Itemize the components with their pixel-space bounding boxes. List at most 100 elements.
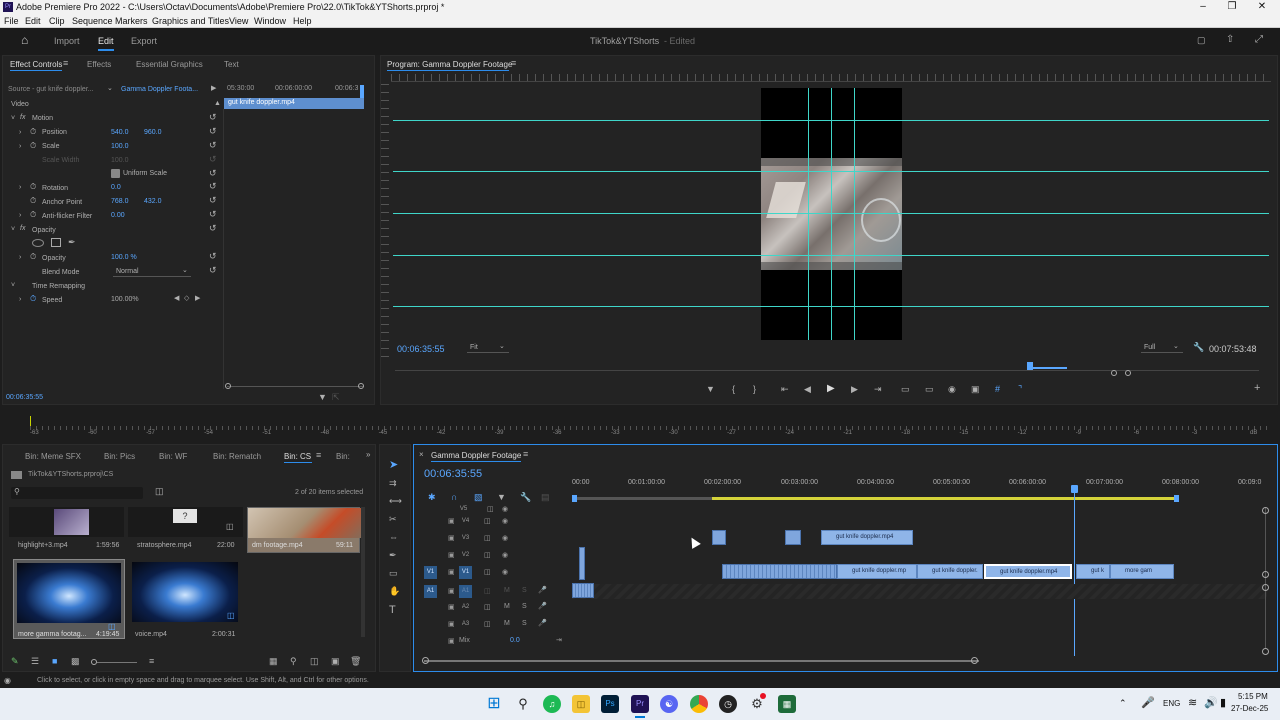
mix-value[interactable]: 0.0	[510, 637, 520, 644]
reset-blend-icon[interactable]: ↺	[209, 266, 217, 275]
microphone-icon[interactable]: 🎤	[1141, 696, 1155, 709]
reset-motion-icon[interactable]: ↺	[209, 113, 217, 122]
photoshop-icon[interactable]: Ps	[601, 695, 619, 713]
battery-icon[interactable]: ▮	[1220, 696, 1226, 709]
comparison-view-icon[interactable]: ▣	[971, 385, 980, 394]
source-label[interactable]: Source - gut knife doppler...	[8, 86, 94, 93]
panel-menu-icon[interactable]: ≡	[316, 451, 321, 460]
tab-bin-wf[interactable]: Bin: WF	[159, 452, 187, 461]
expand-opacity-icon[interactable]: ˅	[11, 226, 15, 233]
pen-tool-icon[interactable]: ✒	[389, 551, 397, 560]
new-bin-icon[interactable]: ◫	[155, 487, 164, 496]
bin-scrollbar[interactable]	[361, 507, 365, 637]
menu-help[interactable]: Help	[293, 16, 312, 26]
v-scroll-handle[interactable]	[1262, 571, 1269, 578]
stopwatch-icon[interactable]: ⏱	[30, 295, 36, 303]
v1-clip-gut-knife-2[interactable]: gut knife doppler.	[917, 564, 983, 579]
timeline-zoom-handle-right[interactable]	[971, 657, 978, 664]
filter-icon[interactable]: ▼	[318, 393, 327, 402]
mic-icon[interactable]: 🎤	[538, 619, 547, 627]
search-icon[interactable]: ⚲	[514, 695, 532, 713]
menu-edit[interactable]: Edit	[25, 16, 41, 26]
v2-clip-segment[interactable]	[579, 547, 585, 580]
thumb-stratosphere[interactable]: ? ◫	[128, 507, 243, 537]
position-x-value[interactable]: 540.0	[111, 129, 129, 136]
anchor-x-value[interactable]: 768.0	[111, 198, 129, 205]
menu-sequence[interactable]: Sequence	[72, 16, 113, 26]
panel-menu-icon[interactable]: ≡	[63, 59, 68, 68]
lock-icon[interactable]: ▣	[448, 551, 455, 559]
tab-bin-pics[interactable]: Bin: Pics	[104, 452, 135, 461]
work-area-end[interactable]	[1174, 495, 1179, 502]
solo-icon[interactable]: S	[522, 603, 527, 610]
discord-icon[interactable]: ☯	[660, 695, 678, 713]
mute-icon[interactable]: M	[504, 603, 510, 610]
play-icon[interactable]: ▶	[827, 384, 835, 394]
expand-antiflicker-icon[interactable]: ›	[19, 212, 21, 219]
eye-icon[interactable]: ◉	[502, 534, 508, 542]
timeline-settings-icon[interactable]: 🔧	[520, 493, 531, 502]
nest-icon[interactable]: ✱	[428, 493, 436, 502]
timeline-v-scrollbar[interactable]	[1265, 508, 1266, 648]
next-keyframe-icon[interactable]: ▶	[195, 295, 200, 302]
sort-icon[interactable]: ≡	[149, 657, 154, 666]
thumb-highlight[interactable]	[9, 507, 124, 537]
list-view-icon[interactable]: ☰	[31, 657, 39, 666]
rotation-value[interactable]: 0.0	[111, 184, 121, 191]
menu-window[interactable]: Window	[254, 16, 286, 26]
type-tool-icon[interactable]: T	[389, 605, 396, 616]
zoom-slider[interactable]	[97, 662, 137, 663]
reset-uniform-icon[interactable]: ↺	[209, 169, 217, 178]
track-sync-icon[interactable]: ◫	[484, 568, 491, 576]
more-tabs-icon[interactable]: »	[366, 451, 370, 459]
mark-out-icon[interactable]: }	[753, 385, 756, 394]
expand-opacity-value-icon[interactable]: ›	[19, 254, 21, 261]
spotify-icon[interactable]: ♫	[543, 695, 561, 713]
bin-search-input[interactable]: ⚲	[11, 487, 143, 499]
freeform-view-icon[interactable]: ▩	[71, 657, 80, 666]
blend-mode-select[interactable]: Normal ⌄	[113, 266, 191, 277]
wifi-icon[interactable]: ≋	[1188, 696, 1197, 709]
tab-essential-graphics[interactable]: Essential Graphics	[136, 60, 203, 69]
eye-icon[interactable]: ◉	[502, 568, 508, 576]
extract-icon[interactable]: ▭	[925, 385, 934, 394]
add-marker-icon[interactable]: ▼	[497, 493, 506, 502]
ec-zoom-handle-left[interactable]	[225, 383, 231, 389]
export-icon[interactable]: ⇱	[332, 393, 340, 402]
rectangle-mask-icon[interactable]	[51, 238, 61, 247]
lock-icon[interactable]: ▣	[448, 620, 455, 628]
v3-clip-segment[interactable]	[712, 530, 726, 545]
ellipse-mask-icon[interactable]	[32, 239, 44, 247]
step-back-icon[interactable]: ◀	[804, 385, 811, 394]
source-a1[interactable]: A1	[424, 585, 437, 598]
lift-icon[interactable]: ▭	[901, 385, 910, 394]
prev-keyframe-icon[interactable]: ◀	[174, 295, 179, 302]
language-indicator[interactable]: ENG	[1163, 699, 1180, 708]
track-sync-icon[interactable]: ◫	[487, 505, 494, 513]
ec-zoom-handle-right[interactable]	[358, 383, 364, 389]
maximize-icon[interactable]: ❐	[1222, 1, 1242, 12]
reset-rotation-icon[interactable]: ↺	[209, 182, 217, 191]
snap-icon[interactable]: ∩	[451, 493, 457, 502]
v1-clip-gut-knife-selected[interactable]: gut knife doppler.mp4	[984, 564, 1072, 579]
v1-clip-gut-k[interactable]: gut k	[1076, 564, 1110, 579]
close-icon[interactable]: ✕	[1252, 1, 1272, 12]
menu-graphics[interactable]: Graphics and Titles	[152, 16, 229, 26]
lock-icon[interactable]: ▣	[448, 637, 455, 645]
v3-clip-gut-knife[interactable]: gut knife doppler.mp4	[821, 530, 913, 545]
settings-wrench-icon[interactable]: 🔧	[1193, 343, 1204, 352]
track-sync-icon[interactable]: ◫	[484, 603, 491, 611]
eye-icon[interactable]: ◉	[502, 505, 508, 513]
tab-export[interactable]: Export	[131, 36, 157, 46]
linked-selection-icon[interactable]: ▧	[474, 493, 483, 502]
pencil-icon[interactable]: ✎	[11, 657, 19, 666]
tab-bin-rematch[interactable]: Bin: Rematch	[213, 452, 261, 461]
track-sync-icon[interactable]: ◫	[484, 534, 491, 542]
reset-antiflicker-icon[interactable]: ↺	[209, 210, 217, 219]
windows-start-icon[interactable]: ⊞	[485, 695, 503, 713]
tab-text[interactable]: Text	[224, 60, 239, 69]
play-only-audio-icon[interactable]: ▶	[211, 85, 216, 92]
tab-bin-cs[interactable]: Bin: CS	[284, 452, 311, 461]
close-tab-icon[interactable]: ×	[419, 451, 424, 459]
lock-icon[interactable]: ▣	[448, 534, 455, 542]
